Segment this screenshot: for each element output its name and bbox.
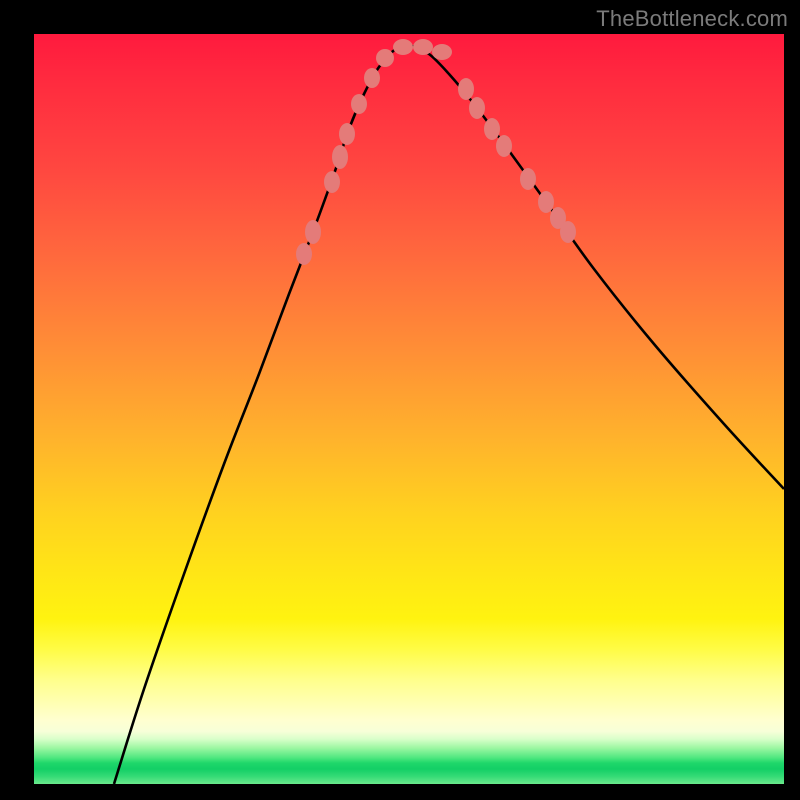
data-marker (432, 44, 452, 60)
data-markers (296, 39, 576, 265)
chart-svg (34, 34, 784, 784)
data-marker (413, 39, 433, 55)
data-marker (560, 221, 576, 243)
data-marker (496, 135, 512, 157)
data-marker (296, 243, 312, 265)
data-marker (484, 118, 500, 140)
data-marker (469, 97, 485, 119)
data-marker (538, 191, 554, 213)
data-marker (324, 171, 340, 193)
data-marker (339, 123, 355, 145)
plot-area (34, 34, 784, 784)
data-marker (376, 49, 394, 67)
data-marker (520, 168, 536, 190)
data-marker (364, 68, 380, 88)
data-marker (351, 94, 367, 114)
data-marker (393, 39, 413, 55)
watermark-text: TheBottleneck.com (596, 6, 788, 32)
chart-frame: TheBottleneck.com (0, 0, 800, 800)
bottleneck-curve (114, 46, 784, 784)
data-marker (305, 220, 321, 244)
data-marker (458, 78, 474, 100)
data-marker (332, 145, 348, 169)
